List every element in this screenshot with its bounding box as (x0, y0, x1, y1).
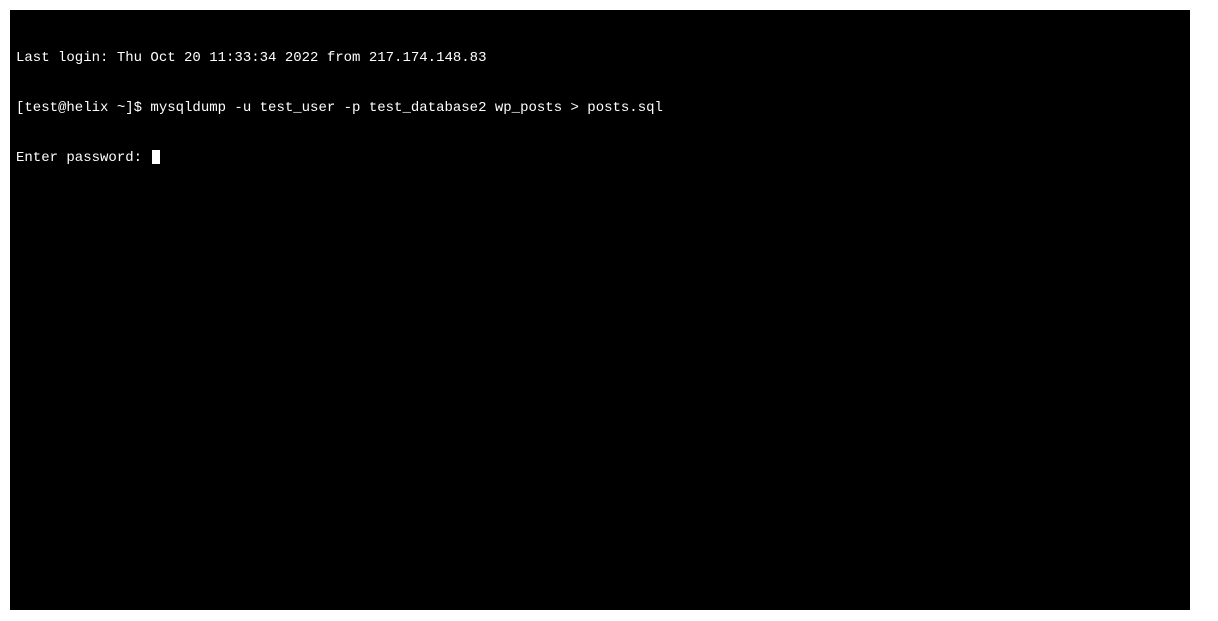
password-prompt-line: Enter password: (16, 150, 1184, 167)
last-login-line: Last login: Thu Oct 20 11:33:34 2022 fro… (16, 50, 1184, 67)
cursor-icon (152, 150, 160, 164)
terminal-window[interactable]: Last login: Thu Oct 20 11:33:34 2022 fro… (10, 10, 1208, 610)
command-line: [test@helix ~]$ mysqldump -u test_user -… (16, 100, 1184, 117)
command-text: mysqldump -u test_user -p test_database2… (150, 100, 662, 117)
password-prompt-text: Enter password: (16, 150, 150, 167)
shell-prompt: [test@helix ~]$ (16, 100, 150, 117)
